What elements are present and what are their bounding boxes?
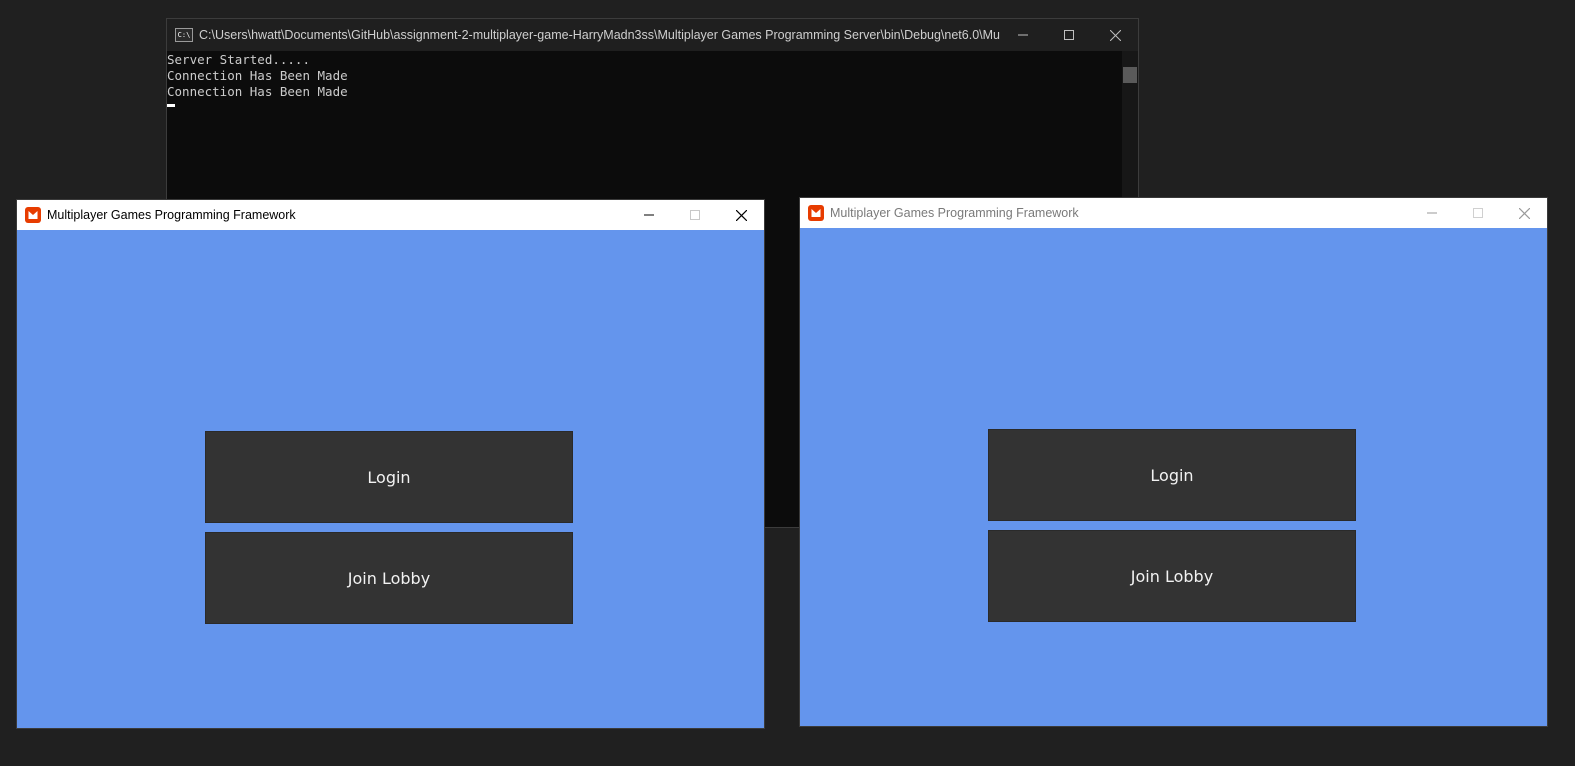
login-button[interactable]: Login	[988, 429, 1356, 521]
maximize-icon	[690, 210, 700, 220]
maximize-icon	[1064, 30, 1074, 40]
game-window-2-minimize-button[interactable]	[1409, 198, 1455, 228]
minimize-icon	[1018, 34, 1028, 36]
game-window-2-maximize-button[interactable]	[1455, 198, 1501, 228]
join-lobby-button[interactable]: Join Lobby	[205, 532, 573, 624]
console-line: Server Started.....	[167, 52, 310, 67]
game-window-2-title: Multiplayer Games Programming Framework	[830, 206, 1079, 220]
close-icon	[1518, 207, 1530, 219]
game-window-2-titlebar[interactable]: Multiplayer Games Programming Framework	[800, 198, 1547, 228]
minimize-icon	[1427, 212, 1437, 214]
console-line: Connection Has Been Made	[167, 84, 348, 99]
console-scroll-thumb[interactable]	[1123, 67, 1137, 83]
game-window-1[interactable]: Multiplayer Games Programming Framework …	[17, 200, 764, 728]
game-window-1-canvas: Login Join Lobby	[17, 230, 764, 728]
console-minimize-button[interactable]	[1000, 19, 1046, 51]
game-window-2[interactable]: Multiplayer Games Programming Framework …	[800, 198, 1547, 726]
game-window-1-title: Multiplayer Games Programming Framework	[47, 208, 296, 222]
minimize-icon	[644, 214, 654, 216]
console-line: Connection Has Been Made	[167, 68, 348, 83]
game-window-2-controls	[1409, 198, 1547, 228]
console-cursor	[167, 104, 175, 107]
game-window-1-minimize-button[interactable]	[626, 200, 672, 230]
console-window-controls	[1000, 19, 1138, 51]
game-window-2-close-button[interactable]	[1501, 198, 1547, 228]
game-window-2-canvas: Login Join Lobby	[800, 228, 1547, 726]
console-close-button[interactable]	[1092, 19, 1138, 51]
console-app-icon: C:\	[175, 28, 193, 42]
login-button[interactable]: Login	[205, 431, 573, 523]
close-icon	[1109, 29, 1121, 41]
console-titlebar[interactable]: C:\ C:\Users\hwatt\Documents\GitHub\assi…	[167, 19, 1138, 51]
console-maximize-button[interactable]	[1046, 19, 1092, 51]
maximize-icon	[1473, 208, 1483, 218]
game-window-1-close-button[interactable]	[718, 200, 764, 230]
join-lobby-button[interactable]: Join Lobby	[988, 530, 1356, 622]
game-window-1-controls	[626, 200, 764, 230]
console-window-title: C:\Users\hwatt\Documents\GitHub\assignme…	[199, 28, 1000, 42]
monogame-logo-icon	[808, 205, 824, 221]
close-icon	[735, 209, 747, 221]
game-window-1-titlebar[interactable]: Multiplayer Games Programming Framework	[17, 200, 764, 230]
game-window-1-maximize-button[interactable]	[672, 200, 718, 230]
monogame-logo-icon	[25, 207, 41, 223]
